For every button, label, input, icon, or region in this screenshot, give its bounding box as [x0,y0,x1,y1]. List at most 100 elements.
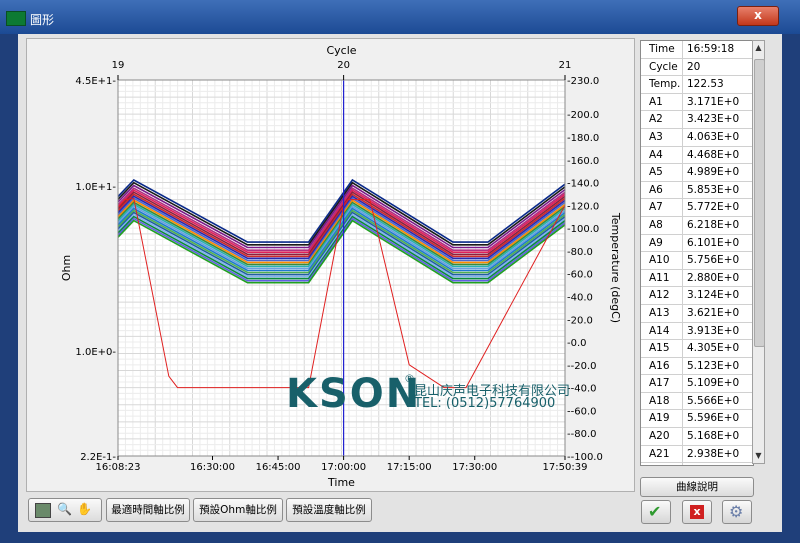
y2-tick-label: --40.0 [567,384,596,395]
row-key: A21 [641,445,683,463]
graph-tools-palette[interactable]: 🔍 ✋ [28,498,102,522]
row-key: A10 [641,252,683,269]
table-row[interactable]: Time 16:59:18 [641,41,753,59]
table-row[interactable]: A10 5.756E+0 [641,252,753,270]
table-row[interactable]: Temp. 122.53 [641,76,753,94]
table-row[interactable]: A16 5.123E+0 [641,357,753,376]
row-key: A3 [641,128,683,146]
row-key: A15 [641,340,683,357]
curve-legend-button[interactable]: 曲線說明 [640,477,754,497]
table-row[interactable]: A1 3.171E+0 [641,93,753,112]
row-value: 4.989E+0 [687,166,740,179]
table-row[interactable]: A3 4.063E+0 [641,128,753,147]
row-key: A8 [641,216,683,234]
cancel-button[interactable]: x [682,500,712,524]
row-key: Cycle [641,58,683,76]
row-key: A11 [641,269,683,287]
confirm-button[interactable]: ✔ [641,500,671,524]
y-tick-label: 1.0E+0- [75,347,116,358]
y2-tick-label: -0.0 [567,338,587,349]
table-row[interactable]: Cycle 20 [641,58,753,77]
table-row[interactable]: A20 5.168E+0 [641,428,753,446]
row-value: 5.596E+0 [687,412,740,425]
row-value: 4.063E+0 [687,130,740,143]
y-tick-label: 4.5E+1- [75,76,116,87]
row-value: 122.53 [687,78,724,91]
y2-tick-label: --100.0 [567,452,603,463]
row-key: A4 [641,146,683,164]
row-key: A18 [641,392,683,410]
table-row[interactable]: A12 3.124E+0 [641,287,753,305]
row-value: 6.218E+0 [687,218,740,231]
top-tick-label: 21 [559,60,572,71]
row-value: 5.109E+0 [687,377,740,390]
x-tick-label: 16:45:00 [256,462,301,473]
x-tick-label: 17:30:00 [452,462,497,473]
scroll-thumb[interactable] [754,59,765,347]
table-row[interactable]: A14 3.913E+0 [641,322,753,341]
y2-tick-label: -180.0 [567,133,599,144]
default-temp-scale-button[interactable]: 預設溫度軸比例 [286,498,372,522]
row-value: 5.123E+0 [687,359,740,372]
row-value: 2.880E+0 [687,271,740,284]
top-axis-label: Cycle [326,44,356,57]
y2-tick-label: -120.0 [567,201,599,212]
y2-tick-label: -200.0 [567,110,599,121]
table-row[interactable]: A7 5.772E+0 [641,199,753,217]
scroll-down-icon[interactable]: ▼ [753,449,764,463]
row-value: 5.772E+0 [687,201,740,214]
table-row[interactable]: A18 5.566E+0 [641,392,753,411]
y2-tick-label: -230.0 [567,76,599,87]
table-row[interactable]: A11 2.880E+0 [641,269,753,288]
readout-table[interactable]: Time 16:59:18 Cycle 20 Temp. 122.53 A1 3.171E+0… [640,40,754,466]
table-row[interactable]: A4 4.468E+0 [641,146,753,165]
y2-tick-label: -160.0 [567,156,599,167]
x-tick-label: 17:15:00 [387,462,432,473]
x-tick-label: 17:50:39 [543,462,588,473]
row-value: 3.913E+0 [687,324,740,337]
top-tick-label: 20 [337,60,350,71]
row-value: 6.101E+0 [687,236,740,249]
x-tick-label: 16:30:00 [190,462,235,473]
y2-tick-label: --60.0 [567,406,596,417]
table-row[interactable]: A223.370E+0 [641,463,753,465]
row-value: 2.938E+0 [687,447,740,460]
row-value: 3.621E+0 [687,306,740,319]
row-key: A5 [641,164,683,181]
close-icon: x [690,505,704,519]
settings-button[interactable]: ⚙ [722,500,752,524]
row-key: A14 [641,322,683,340]
top-tick-label: 19 [112,60,125,71]
row-value: 5.853E+0 [687,183,740,196]
scroll-up-icon[interactable]: ▲ [753,41,764,55]
row-key: A19 [641,410,683,428]
table-scrollbar[interactable]: ▲ ▼ [752,40,765,464]
table-row[interactable]: A13 3.621E+0 [641,304,753,323]
y2-tick-label: -100.0 [567,224,599,235]
table-row[interactable]: A5 4.989E+0 [641,164,753,182]
y2-tick-label: -60.0 [567,270,593,281]
table-row[interactable]: A21 2.938E+0 [641,445,753,464]
row-key: A9 [641,234,683,252]
row-value: 20 [687,60,701,73]
table-row[interactable]: A8 6.218E+0 [641,216,753,235]
y2-tick-label: -20.0 [567,315,593,326]
table-row[interactable]: A19 5.596E+0 [641,410,753,429]
y2-tick-label: -40.0 [567,292,593,303]
gear-icon: ⚙ [729,502,744,521]
table-row[interactable]: A17 5.109E+0 [641,375,753,393]
table-row[interactable]: A9 6.101E+0 [641,234,753,253]
y2-tick-label: --80.0 [567,429,596,440]
crosshair-icon[interactable] [35,503,51,518]
x-axis-label: Time [327,476,355,489]
row-value: 3.124E+0 [687,289,740,302]
zoom-icon[interactable]: 🔍 [57,502,72,516]
best-time-scale-button[interactable]: 最適時間軸比例 [106,498,190,522]
table-row[interactable]: A2 3.423E+0 [641,111,753,129]
row-key: A22 [641,463,683,465]
pan-hand-icon[interactable]: ✋ [77,502,92,516]
default-ohm-scale-button[interactable]: 預設Ohm軸比例 [193,498,283,522]
table-row[interactable]: A6 5.853E+0 [641,181,753,200]
company-tel: TEL: (0512)57764900 [414,396,556,411]
table-row[interactable]: A15 4.305E+0 [641,340,753,358]
